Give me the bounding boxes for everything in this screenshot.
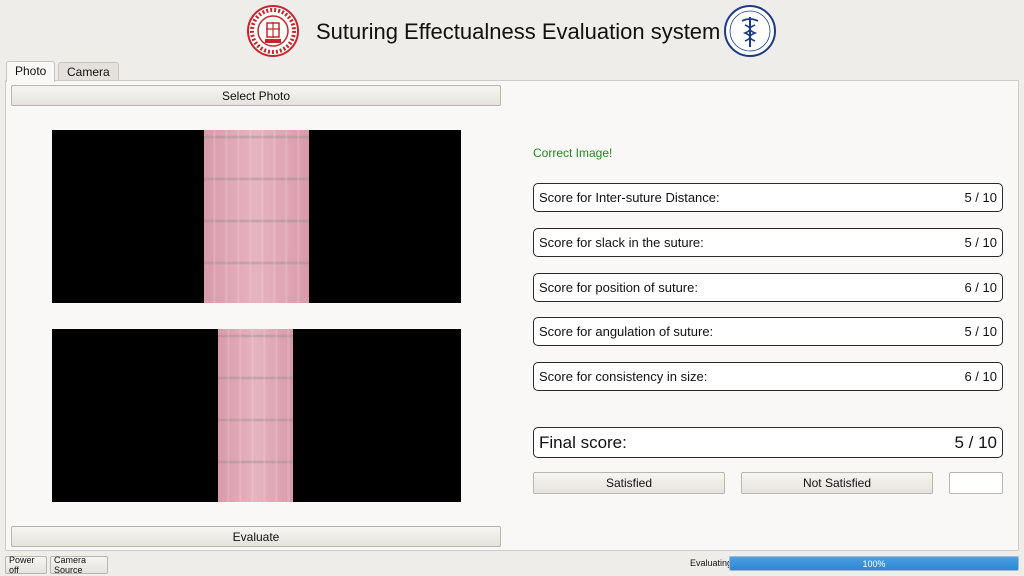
score-value: 5 / 10 — [964, 235, 997, 250]
score-value: 6 / 10 — [964, 280, 997, 295]
score-slack: Score for slack in the suture: 5 / 10 — [533, 228, 1003, 257]
satisfied-button[interactable]: Satisfied — [533, 472, 725, 494]
score-angulation: Score for angulation of suture: 5 / 10 — [533, 317, 1003, 346]
score-inter-suture-distance: Score for Inter-suture Distance: 5 / 10 — [533, 183, 1003, 212]
final-score-value: 5 / 10 — [954, 432, 997, 452]
score-value: 6 / 10 — [964, 369, 997, 384]
tab-photo[interactable]: Photo — [6, 61, 56, 82]
score-position: Score for position of suture: 6 / 10 — [533, 273, 1003, 302]
score-label: Score for consistency in size: — [539, 369, 708, 384]
institute-emblem-icon — [247, 5, 299, 57]
feedback-field[interactable] — [949, 472, 1003, 494]
not-satisfied-button[interactable]: Not Satisfied — [741, 472, 933, 494]
score-label: Score for position of suture: — [539, 280, 698, 295]
score-value: 5 / 10 — [964, 190, 997, 205]
status-message: Correct Image! — [533, 146, 613, 160]
score-label: Score for Inter-suture Distance: — [539, 190, 720, 205]
suture-photo-image — [204, 130, 309, 303]
final-score: Final score: 5 / 10 — [533, 427, 1003, 458]
tab-camera[interactable]: Camera — [58, 62, 119, 81]
medical-caduceus-icon — [724, 5, 776, 57]
score-label: Score for angulation of suture: — [539, 324, 714, 339]
processed-photo-preview — [52, 329, 461, 502]
suture-processed-image — [218, 329, 293, 502]
progress-label: Evaluating — [690, 558, 733, 568]
score-value: 5 / 10 — [964, 324, 997, 339]
final-score-label: Final score: — [539, 432, 627, 452]
app-title: Suturing Effectualness Evaluation system — [316, 19, 721, 44]
original-photo-preview — [52, 130, 461, 303]
select-photo-button[interactable]: Select Photo — [11, 85, 501, 106]
camera-source-button[interactable]: Camera Source — [50, 555, 108, 575]
progress-text: 100% — [862, 558, 886, 569]
power-off-button[interactable]: Power off — [5, 555, 47, 575]
evaluate-button[interactable]: Evaluate — [11, 526, 501, 547]
score-label: Score for slack in the suture: — [539, 235, 704, 250]
score-consistency: Score for consistency in size: 6 / 10 — [533, 362, 1003, 391]
